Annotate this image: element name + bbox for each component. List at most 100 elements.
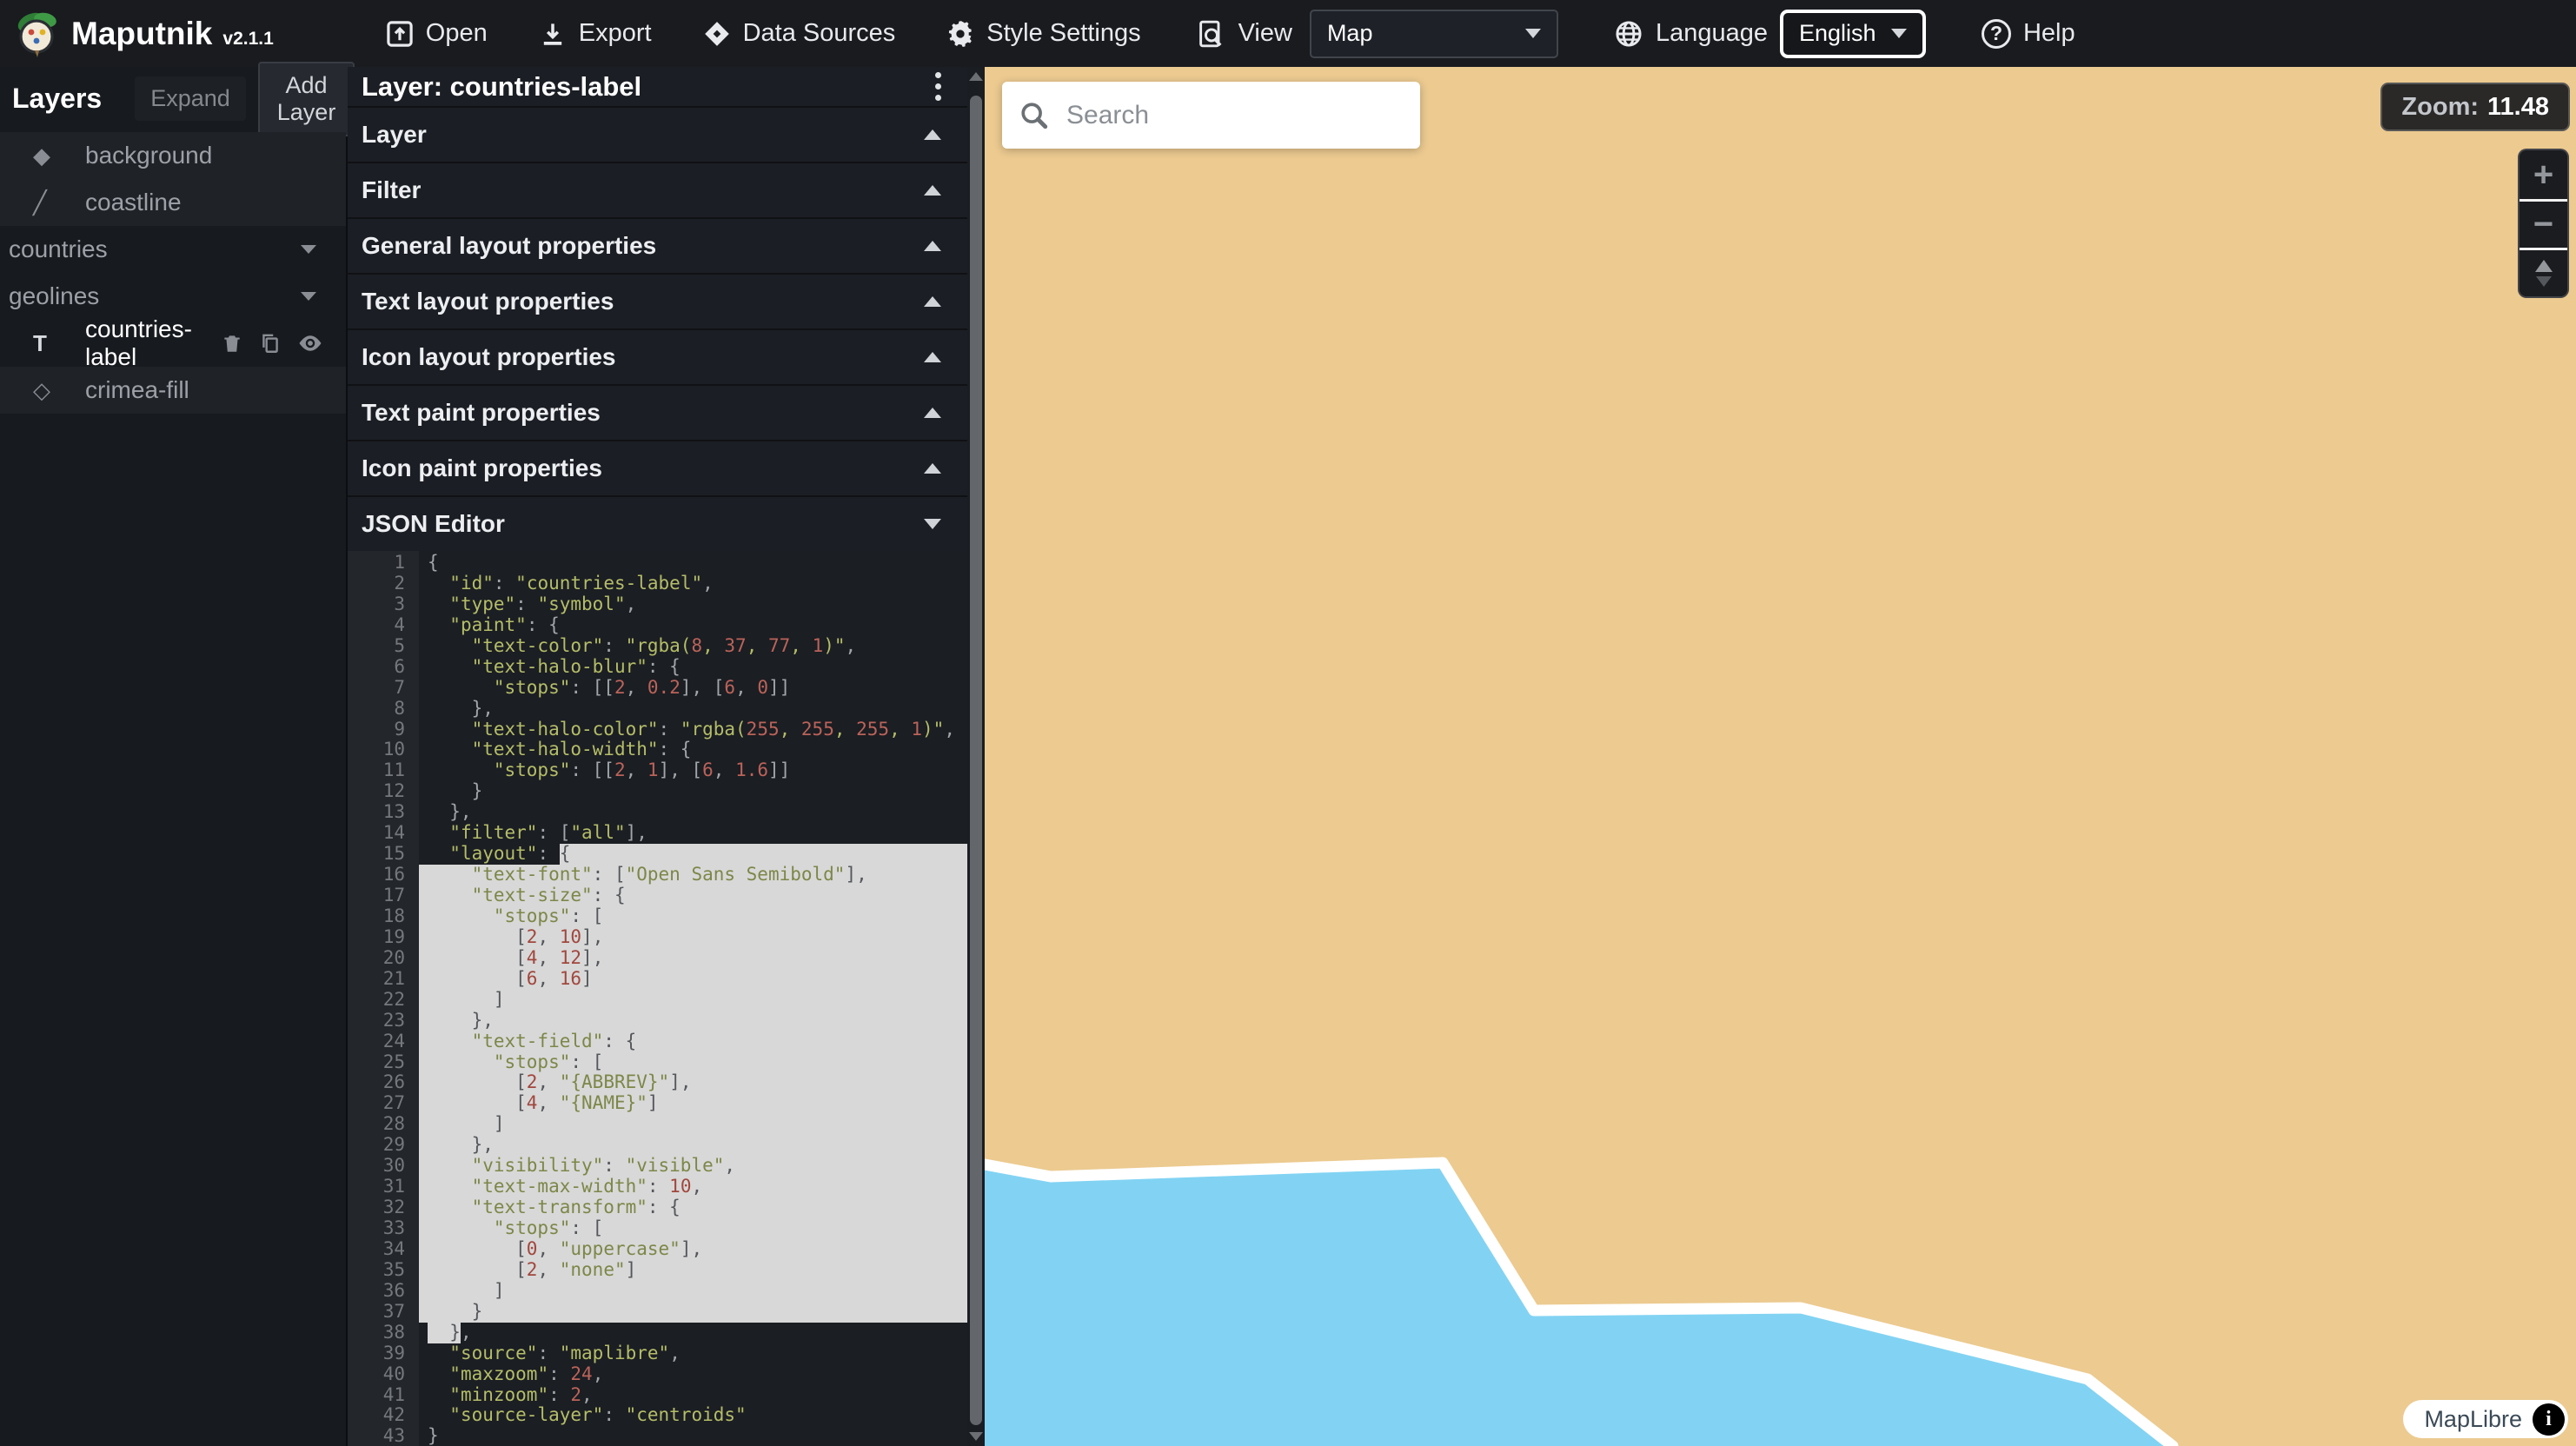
- code-line[interactable]: 13 },: [348, 802, 967, 823]
- code-line[interactable]: 8 },: [348, 699, 967, 720]
- code-line[interactable]: 1{: [348, 553, 967, 574]
- zoom-out-button[interactable]: −: [2520, 199, 2567, 248]
- expand-button[interactable]: Expand: [135, 76, 246, 121]
- section-filter[interactable]: Filter: [348, 162, 967, 217]
- layer-row-crimea-fill[interactable]: ◇crimea-fill: [0, 367, 346, 414]
- info-icon[interactable]: i: [2533, 1403, 2565, 1436]
- layer-row-background[interactable]: ◆background: [0, 132, 346, 179]
- code-line[interactable]: 34 [0, "uppercase"],: [348, 1239, 967, 1260]
- coastline-graphic: [985, 67, 2576, 1446]
- code-token: : {: [527, 615, 560, 636]
- zoom-in-button[interactable]: +: [2520, 150, 2567, 199]
- code-line[interactable]: 10 "text-halo-width": {: [348, 740, 967, 760]
- code-line[interactable]: 9 "text-halo-color": "rgba(255, 255, 255…: [348, 720, 967, 740]
- code-line[interactable]: 24 "text-field": {: [348, 1031, 967, 1052]
- code-line[interactable]: 31 "text-max-width": 10,: [348, 1177, 967, 1197]
- map-canvas[interactable]: Zoom: 11.48 + − MapLibre i: [985, 67, 2576, 1446]
- code-line[interactable]: 35 [2, "none"]: [348, 1260, 967, 1281]
- scrollbar-thumb[interactable]: [970, 96, 982, 1425]
- delete-icon[interactable]: [221, 332, 243, 355]
- code-line[interactable]: 7 "stops": [[2, 0.2], [6, 0]]: [348, 678, 967, 699]
- section-icon-paint-properties[interactable]: Icon paint properties: [348, 440, 967, 495]
- code-line[interactable]: 12 }: [348, 781, 967, 802]
- menu-item-data-sources[interactable]: Data Sources: [702, 19, 896, 49]
- section-label: General layout properties: [362, 232, 656, 260]
- code-line[interactable]: 41 "minzoom": 2,: [348, 1385, 967, 1406]
- code-line[interactable]: 33 "stops": [: [348, 1218, 967, 1239]
- layer-group-countries[interactable]: countries: [0, 226, 346, 273]
- section-text-paint-properties[interactable]: Text paint properties: [348, 384, 967, 440]
- code-line[interactable]: 27 [4, "{NAME}"]: [348, 1093, 967, 1114]
- menu-item-style-settings[interactable]: Style Settings: [946, 19, 1140, 49]
- code-line[interactable]: 23 },: [348, 1011, 967, 1031]
- code-line[interactable]: 30 "visibility": "visible",: [348, 1156, 967, 1177]
- code-token: "text-font": [472, 865, 593, 886]
- code-line[interactable]: 3 "type": "symbol",: [348, 594, 967, 615]
- menu-item-export[interactable]: Export: [538, 19, 652, 49]
- scroll-up-icon[interactable]: [969, 72, 983, 81]
- code-token: [428, 906, 494, 927]
- menu-item-open[interactable]: Open: [385, 19, 488, 49]
- layer-row-countries-label[interactable]: Tcountries-label: [0, 320, 346, 367]
- code-line[interactable]: 29 },: [348, 1135, 967, 1156]
- visibility-icon[interactable]: [297, 330, 323, 356]
- layer-group-geolines[interactable]: geolines: [0, 273, 346, 320]
- scroll-down-icon[interactable]: [969, 1432, 983, 1441]
- code-line[interactable]: 26 [2, "{ABBREV}"],: [348, 1072, 967, 1093]
- code-line[interactable]: 38 },: [348, 1323, 967, 1343]
- code-line[interactable]: 42 "source-layer": "centroids": [348, 1405, 967, 1426]
- line-number: 1: [348, 553, 419, 574]
- code-token: "text-size": [472, 886, 593, 906]
- code-line[interactable]: 18 "stops": [: [348, 906, 967, 927]
- code-line[interactable]: 6 "text-halo-blur": {: [348, 657, 967, 678]
- code-line[interactable]: 43}: [348, 1426, 967, 1446]
- code-line[interactable]: 39 "source": "maplibre",: [348, 1343, 967, 1364]
- code-line[interactable]: 36 ]: [348, 1281, 967, 1302]
- code-line[interactable]: 16 "text-font": ["Open Sans Semibold"],: [348, 865, 967, 886]
- code-token: : {: [603, 1031, 636, 1052]
- code-line[interactable]: 32 "text-transform": {: [348, 1197, 967, 1218]
- search-icon: [1019, 101, 1049, 130]
- code-token: [428, 574, 449, 594]
- code-line[interactable]: 40 "maxzoom": 24,: [348, 1364, 967, 1385]
- code-line[interactable]: 15 "layout": {: [348, 844, 967, 865]
- code-line[interactable]: 5 "text-color": "rgba(8, 37, 77, 1)",: [348, 636, 967, 657]
- view-select[interactable]: Map: [1310, 10, 1558, 58]
- section-general-layout-properties[interactable]: General layout properties: [348, 217, 967, 273]
- code-token: )": [823, 636, 845, 657]
- json-editor[interactable]: 1{2 "id": "countries-label",3 "type": "s…: [348, 551, 967, 1446]
- line-number: 21: [348, 969, 419, 990]
- code-line[interactable]: 19 [2, 10],: [348, 927, 967, 948]
- code-line[interactable]: 25 "stops": [: [348, 1052, 967, 1073]
- code-line[interactable]: 2 "id": "countries-label",: [348, 574, 967, 594]
- section-json-editor[interactable]: JSON Editor: [348, 495, 967, 551]
- duplicate-icon[interactable]: [259, 332, 282, 355]
- section-text-layout-properties[interactable]: Text layout properties: [348, 273, 967, 328]
- code-token: 77: [768, 636, 790, 657]
- section-icon-layout-properties[interactable]: Icon layout properties: [348, 328, 967, 384]
- language-select[interactable]: English: [1780, 10, 1926, 58]
- code-token: 1: [647, 760, 659, 781]
- code-line[interactable]: 28 ]: [348, 1114, 967, 1135]
- code-line-content: [6, 16]: [419, 969, 967, 990]
- search-input[interactable]: [1065, 100, 1404, 131]
- chevron-down-icon[interactable]: [301, 292, 316, 301]
- attribution-link[interactable]: MapLibre: [2424, 1406, 2522, 1433]
- help-button[interactable]: ? Help: [1982, 19, 2075, 49]
- more-options-icon[interactable]: [932, 69, 945, 104]
- section-layer[interactable]: Layer: [348, 106, 967, 162]
- add-layer-button[interactable]: Add Layer: [258, 62, 355, 136]
- code-line[interactable]: 14 "filter": ["all"],: [348, 823, 967, 844]
- code-line[interactable]: 21 [6, 16]: [348, 969, 967, 990]
- code-line[interactable]: 11 "stops": [[2, 1], [6, 1.6]]: [348, 760, 967, 781]
- code-line[interactable]: 37 }: [348, 1302, 967, 1323]
- view-select-value: Map: [1327, 20, 1373, 47]
- code-line[interactable]: 4 "paint": {: [348, 615, 967, 636]
- panel-scrollbar[interactable]: [967, 67, 985, 1446]
- pitch-toggle-button[interactable]: [2520, 248, 2567, 296]
- code-line[interactable]: 22 ]: [348, 990, 967, 1011]
- chevron-down-icon[interactable]: [301, 245, 316, 254]
- layer-row-coastline[interactable]: ╱coastline: [0, 179, 346, 226]
- code-line[interactable]: 17 "text-size": {: [348, 886, 967, 906]
- code-line[interactable]: 20 [4, 12],: [348, 948, 967, 969]
